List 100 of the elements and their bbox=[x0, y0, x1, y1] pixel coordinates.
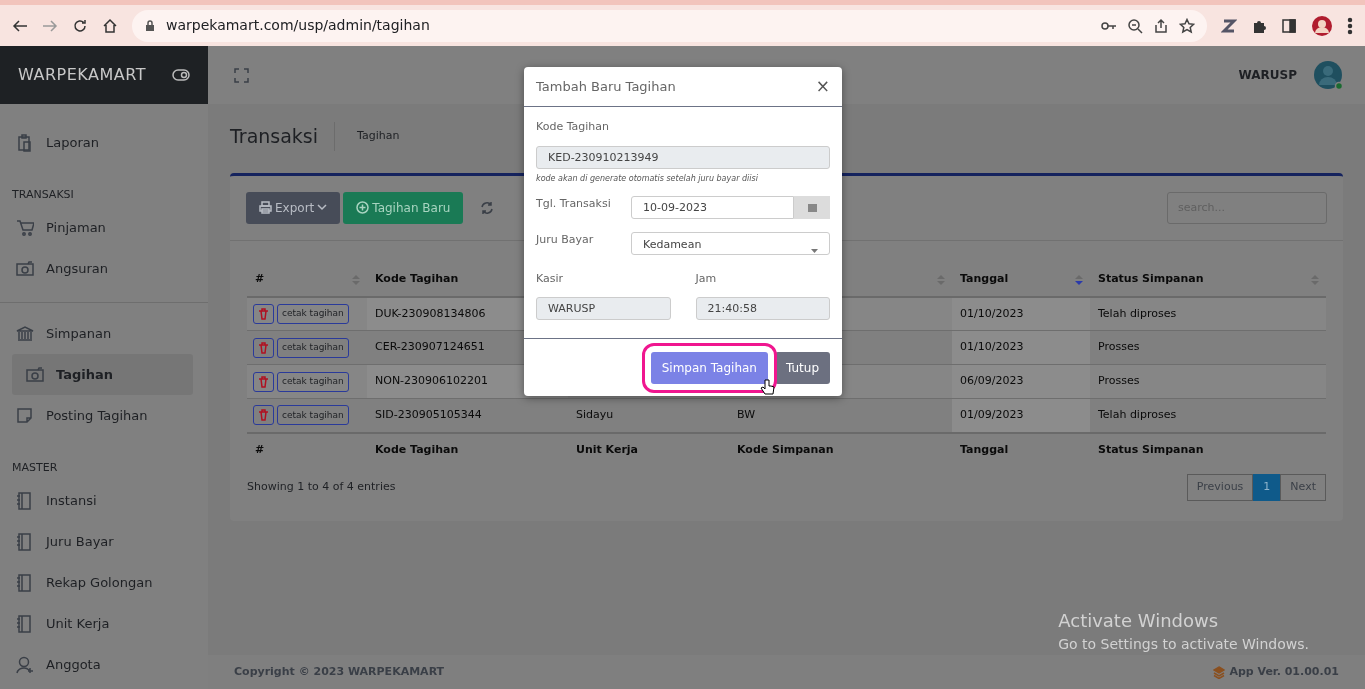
notebook-icon bbox=[16, 532, 34, 551]
layers-icon bbox=[1213, 665, 1226, 679]
column-header[interactable]: Status Simpanan bbox=[1098, 271, 1204, 285]
delete-button[interactable] bbox=[253, 337, 274, 358]
field-label: Tgl. Transaksi bbox=[536, 195, 612, 212]
table-cell: 01/10/2023 bbox=[960, 340, 1024, 354]
camera-icon bbox=[16, 259, 34, 278]
column-header[interactable]: # bbox=[255, 271, 265, 285]
input-field[interactable]: KED-230910213949 bbox=[536, 145, 830, 169]
input-field[interactable]: 21:40:58 bbox=[695, 297, 830, 320]
toggle-icon[interactable] bbox=[172, 69, 190, 81]
column-header[interactable]: Tanggal bbox=[960, 271, 1009, 285]
star-icon[interactable] bbox=[1179, 17, 1195, 34]
section-heading: TRANSAKSI bbox=[11, 186, 75, 203]
activation-text: Go to Settings to activate Windows. bbox=[1058, 635, 1309, 654]
url-text: warpekamart.com/usp/admin/tagihan bbox=[166, 16, 430, 35]
entries-info: Showing 1 to 4 of 4 entries bbox=[247, 478, 396, 495]
page-button[interactable]: Next bbox=[1280, 473, 1326, 501]
column-footer: Kode Tagihan bbox=[367, 432, 568, 467]
home-icon[interactable] bbox=[102, 17, 118, 34]
trash-icon bbox=[258, 341, 269, 354]
print-bill-button[interactable]: cetak tagihan bbox=[277, 303, 349, 324]
refresh-icon[interactable] bbox=[480, 200, 495, 215]
page-button[interactable]: 1 bbox=[1253, 473, 1281, 501]
back-icon[interactable] bbox=[12, 17, 28, 34]
sidebar-item[interactable]: Pinjaman bbox=[0, 207, 208, 248]
delete-button[interactable] bbox=[253, 303, 274, 324]
sidebar-item[interactable]: Tagihan bbox=[12, 354, 193, 395]
column-header[interactable]: Kode Tagihan bbox=[375, 271, 459, 285]
sidebar-item[interactable]: Anggota bbox=[0, 644, 208, 685]
sidebar-item[interactable]: Juru Bayar bbox=[0, 521, 208, 562]
sidebar-icon[interactable] bbox=[1281, 17, 1297, 34]
table-cell: 06/09/2023 bbox=[960, 374, 1024, 388]
notebook-icon bbox=[16, 573, 34, 592]
user-add-icon bbox=[16, 655, 34, 674]
field-label: Kasir bbox=[536, 270, 565, 287]
table-cell: Sidayu bbox=[576, 408, 614, 421]
input-field[interactable]: WARUSP bbox=[536, 297, 671, 320]
sidebar-item[interactable]: Simpanan bbox=[0, 313, 208, 354]
activation-title: Activate Windows bbox=[1058, 609, 1220, 633]
brand-name: WARPEKAMART bbox=[18, 64, 146, 86]
bank-icon bbox=[16, 324, 34, 343]
column-footer: Unit Kerja bbox=[568, 432, 729, 467]
address-bar[interactable]: warpekamart.com/usp/admin/tagihan bbox=[132, 9, 1207, 42]
caret-icon bbox=[317, 204, 328, 211]
cart-icon bbox=[16, 218, 34, 237]
clipboard-icon bbox=[16, 133, 34, 152]
sidebar-item[interactable]: Unit Kerja bbox=[0, 603, 208, 644]
table-cell: DUK-230908134806 bbox=[375, 306, 486, 320]
printer-icon bbox=[259, 201, 272, 214]
z-extension-icon[interactable] bbox=[1221, 17, 1237, 34]
select-field[interactable]: Kedamean bbox=[631, 231, 830, 255]
note-icon bbox=[16, 406, 34, 425]
trash-icon bbox=[258, 409, 269, 422]
notebook-icon bbox=[16, 614, 34, 633]
table-cell: Telah diproses bbox=[1098, 408, 1177, 421]
add-bill-button[interactable]: Tagihan Baru bbox=[343, 191, 464, 224]
sidebar-item[interactable]: Rekap Golongan bbox=[0, 562, 208, 603]
zoom-icon[interactable] bbox=[1127, 17, 1143, 34]
reload-icon[interactable] bbox=[72, 17, 88, 34]
export-button[interactable]: Export bbox=[246, 191, 341, 224]
share-icon[interactable] bbox=[1153, 17, 1169, 34]
lock-icon bbox=[144, 19, 156, 32]
print-bill-button[interactable]: cetak tagihan bbox=[277, 405, 349, 426]
page-button[interactable]: Previous bbox=[1186, 473, 1254, 501]
delete-button[interactable] bbox=[253, 405, 274, 426]
page-title: Transaksi bbox=[230, 124, 319, 149]
sidebar-item[interactable]: Angsuran bbox=[0, 248, 208, 289]
copyright-text: Copyright © 2023 WARPEKAMART bbox=[234, 663, 445, 680]
sidebar-item[interactable]: Posting Tagihan bbox=[0, 395, 208, 436]
column-footer: Status Simpanan bbox=[1090, 432, 1326, 467]
modal-title: Tambah Baru Tagihan bbox=[536, 77, 676, 96]
user-name[interactable]: WARUSP bbox=[1238, 66, 1297, 84]
trash-icon bbox=[258, 307, 269, 320]
date-field[interactable]: 10-09-2023 bbox=[631, 195, 794, 219]
camera-icon bbox=[26, 365, 44, 384]
close-button[interactable]: Tutup bbox=[774, 352, 830, 384]
delete-button[interactable] bbox=[253, 371, 274, 392]
column-footer: Kode Simpanan bbox=[729, 432, 952, 467]
more-menu-icon[interactable] bbox=[1347, 16, 1353, 35]
print-bill-button[interactable]: cetak tagihan bbox=[277, 371, 349, 392]
notebook-icon bbox=[16, 491, 34, 510]
table-cell: Prosses bbox=[1098, 340, 1140, 354]
table-cell: 01/10/2023 bbox=[960, 306, 1024, 320]
table-cell: 01/09/2023 bbox=[960, 408, 1024, 421]
plus-circle-icon bbox=[356, 201, 370, 214]
version-text: App Ver. 01.00.01 bbox=[1229, 663, 1339, 680]
field-label: Kode Tagihan bbox=[536, 119, 610, 135]
caret-icon bbox=[811, 248, 818, 254]
table-cell: Telah diproses bbox=[1098, 306, 1177, 320]
trash-icon bbox=[258, 375, 269, 388]
close-button[interactable]: × bbox=[815, 78, 830, 95]
table-cell: SID-230905105344 bbox=[375, 408, 482, 421]
profile-avatar-icon[interactable] bbox=[1311, 14, 1333, 37]
calendar-button[interactable] bbox=[794, 195, 830, 219]
print-bill-button[interactable]: cetak tagihan bbox=[277, 337, 349, 358]
sidebar-item[interactable]: Laporan bbox=[0, 122, 208, 163]
table-cell: Prosses bbox=[1098, 374, 1140, 388]
sidebar-item[interactable]: Instansi bbox=[0, 480, 208, 521]
breadcrumb-item[interactable]: Tagihan bbox=[334, 122, 400, 151]
